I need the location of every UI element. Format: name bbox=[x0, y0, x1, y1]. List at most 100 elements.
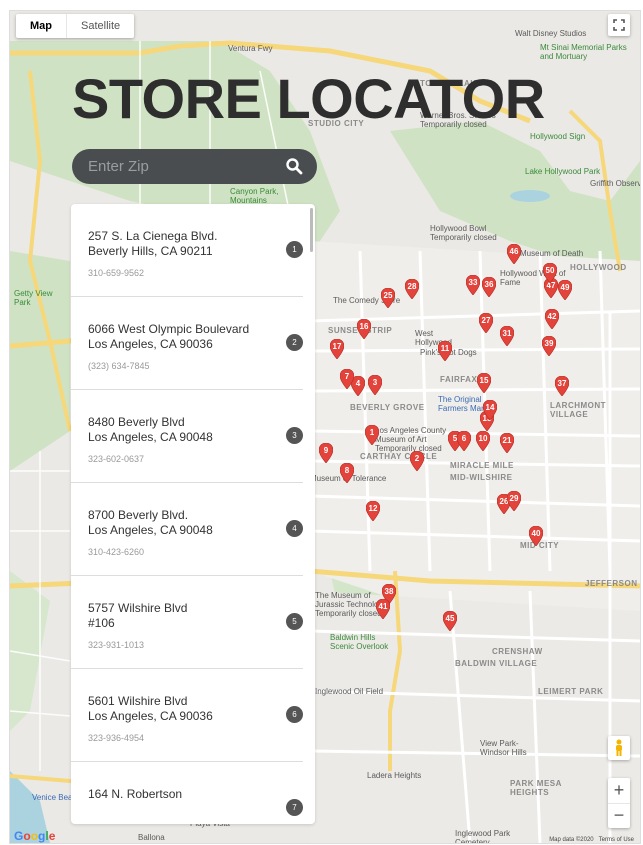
map-marker[interactable]: 27 bbox=[478, 312, 494, 334]
map-data-text: Map data ©2020 bbox=[549, 837, 594, 843]
marker-number: 39 bbox=[544, 339, 554, 348]
marker-number: 11 bbox=[440, 344, 450, 353]
map-marker[interactable]: 14 bbox=[482, 399, 498, 421]
map-marker[interactable]: 49 bbox=[557, 279, 573, 301]
store-list-item[interactable]: 8700 Beverly Blvd. Los Angeles, CA 90048 3… bbox=[71, 483, 303, 576]
zoom-in-button[interactable]: + bbox=[608, 779, 630, 804]
map-marker[interactable]: 25 bbox=[380, 287, 396, 309]
label-fairfax: FAIRFAX bbox=[440, 375, 478, 384]
store-address-line2: Los Angeles, CA 90036 bbox=[88, 709, 213, 723]
marker-number: 14 bbox=[485, 403, 495, 412]
marker-number: 38 bbox=[384, 587, 394, 596]
map-marker[interactable]: 7 bbox=[339, 368, 355, 390]
label-lake-hollywood: Lake Hollywood Park bbox=[525, 167, 601, 176]
map-marker[interactable]: 21 bbox=[499, 432, 515, 454]
map-marker[interactable]: 2 bbox=[409, 450, 425, 472]
search-icon[interactable] bbox=[285, 157, 303, 175]
google-logo[interactable]: Google bbox=[14, 829, 55, 843]
map-marker[interactable]: 1 bbox=[364, 424, 380, 446]
label-crenshaw: CRENSHAW bbox=[492, 647, 543, 656]
map-marker[interactable]: 16 bbox=[356, 318, 372, 340]
label-view-park: View Park-Windsor Hills bbox=[480, 739, 527, 757]
map-marker[interactable]: 9 bbox=[318, 442, 334, 464]
map-marker[interactable]: 45 bbox=[442, 610, 458, 632]
map-marker[interactable]: 50 bbox=[542, 262, 558, 284]
store-address-line1: 164 N. Robertson bbox=[88, 787, 183, 801]
label-beverly-grove: BEVERLY GROVE bbox=[350, 403, 425, 412]
label-ventura-fwy: Ventura Fwy bbox=[228, 44, 273, 53]
street-view-button[interactable] bbox=[608, 736, 630, 760]
marker-number: 10 bbox=[478, 434, 488, 443]
store-list[interactable]: 257 S. La Cienega Blvd. Beverly Hills, CA… bbox=[71, 204, 315, 824]
marker-number: 16 bbox=[359, 322, 369, 331]
store-list-item[interactable]: 257 S. La Cienega Blvd. Beverly Hills, CA… bbox=[71, 204, 303, 297]
map-marker[interactable]: 28 bbox=[404, 278, 420, 300]
map-marker[interactable]: 29 bbox=[506, 490, 522, 512]
marker-number: 31 bbox=[502, 329, 512, 338]
map-marker[interactable]: 46 bbox=[506, 243, 522, 265]
fullscreen-icon bbox=[613, 19, 625, 31]
marker-number: 3 bbox=[372, 378, 378, 387]
store-phone[interactable]: 310-423-6260 bbox=[88, 547, 144, 557]
map-type-satellite-button[interactable]: Satellite bbox=[67, 14, 134, 38]
map-marker[interactable]: 31 bbox=[499, 325, 515, 347]
map-marker[interactable]: 3 bbox=[367, 374, 383, 396]
map-attribution: Map data ©2020 Terms of Use bbox=[549, 837, 634, 843]
store-list-item[interactable]: 5601 Wilshire Blvd Los Angeles, CA 90036 3… bbox=[71, 669, 303, 762]
marker-number: 49 bbox=[560, 283, 570, 292]
map-marker[interactable]: 10 bbox=[475, 430, 491, 452]
map-marker[interactable]: 42 bbox=[544, 308, 560, 330]
store-address-line2: Los Angeles, CA 90048 bbox=[88, 523, 213, 537]
store-number-badge: 2 bbox=[286, 334, 303, 351]
store-phone[interactable]: 323-602-0637 bbox=[88, 454, 144, 464]
store-phone[interactable]: 323-931-1013 bbox=[88, 640, 144, 650]
map-marker[interactable]: 40 bbox=[528, 525, 544, 547]
store-list-item[interactable]: 164 N. Robertson 7 bbox=[71, 762, 303, 824]
marker-number: 8 bbox=[344, 466, 350, 475]
label-farmers-market: The Original Farmers Market bbox=[438, 395, 495, 413]
label-mt-sinai: Mt Sinai Memorial Parks and Mortuary bbox=[540, 43, 627, 61]
store-list-item[interactable]: 6066 West Olympic Boulevard Los Angeles, … bbox=[71, 297, 303, 390]
map-type-map-button[interactable]: Map bbox=[16, 14, 67, 38]
map-marker[interactable]: 15 bbox=[476, 372, 492, 394]
map-marker[interactable]: 39 bbox=[541, 335, 557, 357]
store-number-badge: 5 bbox=[286, 613, 303, 630]
store-address-line2: Los Angeles, CA 90036 bbox=[88, 337, 213, 351]
map-marker[interactable]: 36 bbox=[481, 276, 497, 298]
marker-number: 12 bbox=[368, 504, 378, 513]
store-address-line1: 5601 Wilshire Blvd bbox=[88, 694, 188, 708]
map-marker[interactable]: 12 bbox=[365, 500, 381, 522]
zip-search-bar bbox=[72, 149, 317, 184]
map-type-toggle: Map Satellite bbox=[16, 14, 135, 38]
label-museum-death: Museum of Death bbox=[520, 249, 584, 258]
store-phone[interactable]: 310-659-9562 bbox=[88, 268, 144, 278]
store-phone[interactable]: 323-936-4954 bbox=[88, 733, 144, 743]
store-list-item[interactable]: 8480 Beverly Blvd Los Angeles, CA 90048 32… bbox=[71, 390, 303, 483]
label-leimert: LEIMERT PARK bbox=[538, 687, 604, 696]
fullscreen-button[interactable] bbox=[608, 14, 630, 36]
map-marker[interactable]: 41 bbox=[375, 598, 391, 620]
marker-number: 45 bbox=[445, 614, 455, 623]
store-phone[interactable]: (323) 634-7845 bbox=[88, 361, 150, 371]
marker-number: 33 bbox=[468, 278, 478, 287]
marker-number: 21 bbox=[502, 436, 512, 445]
store-address-line1: 5757 Wilshire Blvd bbox=[88, 601, 188, 615]
map-marker[interactable]: 37 bbox=[554, 375, 570, 397]
zip-search-input[interactable] bbox=[72, 157, 280, 176]
label-baldwin-village: BALDWIN VILLAGE bbox=[455, 659, 538, 668]
store-address-line2: Los Angeles, CA 90048 bbox=[88, 430, 213, 444]
store-number-badge: 1 bbox=[286, 241, 303, 258]
marker-number: 28 bbox=[407, 282, 417, 291]
map-marker[interactable]: 8 bbox=[339, 462, 355, 484]
map-canvas[interactable]: Walt Disney Studios Mt Sinai Memorial Pa… bbox=[9, 10, 641, 844]
map-marker[interactable]: 17 bbox=[329, 338, 345, 360]
store-list-scrollbar[interactable] bbox=[310, 208, 313, 252]
map-marker[interactable]: 11 bbox=[437, 340, 453, 362]
label-hollywood-sign: Hollywood Sign bbox=[530, 132, 586, 141]
zoom-out-button[interactable]: − bbox=[608, 804, 630, 828]
map-marker[interactable]: 33 bbox=[465, 274, 481, 296]
terms-link[interactable]: Terms of Use bbox=[599, 837, 634, 843]
map-marker[interactable]: 6 bbox=[456, 430, 472, 452]
marker-number: 29 bbox=[509, 494, 519, 503]
store-list-item[interactable]: 5757 Wilshire Blvd #106 323-931-1013 5 bbox=[71, 576, 303, 669]
